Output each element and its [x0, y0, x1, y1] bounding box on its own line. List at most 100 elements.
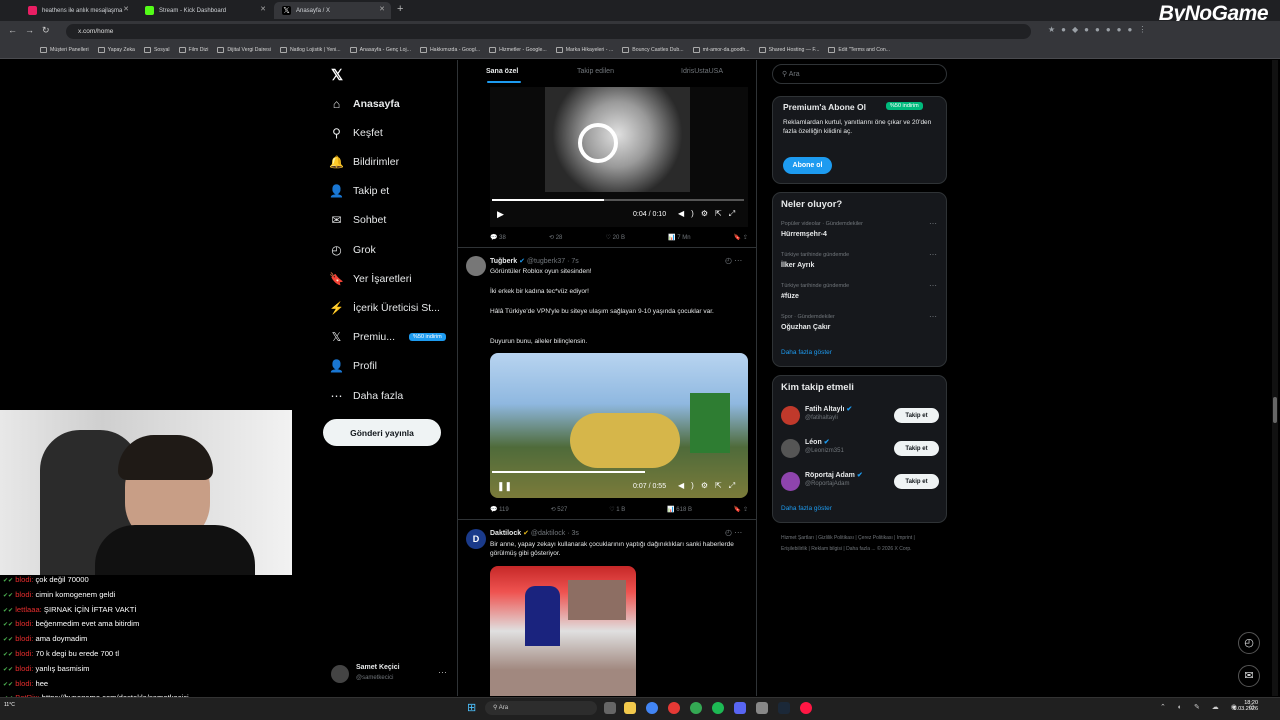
- more-icon[interactable]: ⋯: [438, 667, 447, 678]
- chrome-icon[interactable]: [646, 702, 658, 714]
- pause-icon[interactable]: ❚❚: [497, 481, 512, 492]
- follow-name[interactable]: Röportaj Adam ✔: [805, 471, 863, 479]
- follow-button[interactable]: Takip et: [894, 474, 939, 489]
- tweet-image[interactable]: [490, 566, 636, 696]
- tab-list[interactable]: IdrisUstaUSA: [681, 68, 723, 75]
- bookmark-item[interactable]: Edit "Terms and Con...: [828, 47, 890, 53]
- close-icon[interactable]: ✕: [260, 5, 266, 13]
- avatar[interactable]: [331, 665, 349, 683]
- avatar[interactable]: [466, 256, 486, 276]
- bookmark-item[interactable]: Hizmetler - Google...: [489, 47, 547, 53]
- follow-button[interactable]: Takip et: [894, 408, 939, 423]
- sidebar-item-more[interactable]: ⋯ Daha fazla: [330, 389, 404, 403]
- bookmark-item[interactable]: Natlog Lojistik | Yeni...: [279, 47, 341, 53]
- sidebar-item-search[interactable]: ⚲ Keşfet: [330, 126, 383, 140]
- x-logo-icon[interactable]: 𝕏: [331, 66, 343, 84]
- video-controls-icon[interactable]: ◀)⚙⇱⤢: [678, 481, 742, 491]
- avatar[interactable]: [781, 472, 800, 491]
- new-tab-icon[interactable]: +: [397, 3, 403, 15]
- close-icon[interactable]: ✕: [379, 5, 385, 13]
- footer-links[interactable]: Hizmet Şartları | Gizlilik Politikası | …: [781, 533, 941, 555]
- bookmark-item[interactable]: Bouncy Castles Dub...: [622, 47, 684, 53]
- taskbar-search[interactable]: ⚲ Ara: [485, 701, 597, 715]
- sidebar-item-creator[interactable]: ⚡ İçerik Üreticisi St...: [329, 301, 440, 315]
- app-icon[interactable]: [800, 702, 812, 714]
- chrome-icon[interactable]: [690, 702, 702, 714]
- progress-bar[interactable]: [492, 471, 645, 473]
- bookmark-item[interactable]: Müşteri Panelleri: [40, 47, 89, 53]
- extensions-icon[interactable]: ★●◆●●●●●⋮: [1048, 25, 1152, 34]
- views-icon[interactable]: 📊 7 Mn: [668, 234, 690, 241]
- play-icon[interactable]: ▶: [497, 209, 504, 220]
- steam-icon[interactable]: [778, 702, 790, 714]
- sidebar-item-profile[interactable]: 👤 Profil: [329, 359, 377, 373]
- video-controls-icon[interactable]: ◀)⚙⇱⤢: [678, 209, 742, 219]
- discord-icon[interactable]: [734, 702, 746, 714]
- avatar[interactable]: [781, 439, 800, 458]
- bookmark-item[interactable]: mt-amor-da.goodh...: [692, 47, 750, 53]
- search-input[interactable]: ⚲ Ara: [772, 64, 947, 84]
- grok-icon[interactable]: ◴ ⋯: [725, 256, 742, 265]
- post-button[interactable]: Gönderi yayınla: [323, 419, 441, 446]
- bookmark-item[interactable]: Sosyal: [143, 47, 170, 53]
- repost-icon[interactable]: ⟲ 527: [551, 506, 568, 513]
- repost-icon[interactable]: ⟲ 28: [549, 234, 562, 241]
- weather-widget[interactable]: 11°C: [4, 702, 15, 708]
- sidebar-item-x[interactable]: 𝕏 Premiu... %50 indirim: [330, 330, 446, 344]
- app-icon[interactable]: [756, 702, 768, 714]
- more-icon[interactable]: ⋯: [929, 281, 937, 290]
- subscribe-button[interactable]: Abone ol: [783, 157, 832, 174]
- grok-icon[interactable]: ◴: [1238, 632, 1260, 654]
- taskview-icon[interactable]: [604, 702, 616, 714]
- trends-more-link[interactable]: Daha fazla göster: [781, 349, 832, 356]
- sidebar-item-grok[interactable]: ◴ Grok: [330, 243, 376, 257]
- tab-for-you[interactable]: Sana özel: [486, 68, 518, 75]
- like-icon[interactable]: ♡ 1 B: [609, 506, 625, 513]
- tab-kick[interactable]: Stream - Kick Dashboard ✕: [137, 2, 272, 19]
- tab-x[interactable]: 𝕏 Anasayfa / X ✕: [274, 2, 391, 19]
- sidebar-item-mail[interactable]: ✉ Sohbet: [330, 213, 386, 227]
- clock[interactable]: 18:20 6.03.2026: [1230, 700, 1258, 712]
- reply-icon[interactable]: 💬 38: [490, 234, 506, 241]
- follow-button[interactable]: Takip et: [894, 441, 939, 456]
- trend-item[interactable]: Hürremşehr-4: [781, 231, 827, 238]
- sidebar-item-follow[interactable]: 👤 Takip et: [329, 184, 389, 198]
- scrollbar-thumb[interactable]: [1273, 397, 1277, 423]
- more-icon[interactable]: ⋯: [929, 219, 937, 228]
- avatar[interactable]: D: [466, 529, 486, 549]
- tab-discord[interactable]: heathens ile anlık mesajlaşma ✕: [20, 2, 135, 19]
- close-icon[interactable]: ✕: [123, 5, 129, 13]
- more-icon[interactable]: ⋯: [929, 312, 937, 321]
- bookmark-icon[interactable]: 🔖 ⇪: [734, 234, 748, 241]
- app-icon[interactable]: [668, 702, 680, 714]
- bookmark-item[interactable]: Film Dizi: [178, 47, 208, 53]
- progress-bar[interactable]: [492, 199, 604, 201]
- messages-icon[interactable]: ✉: [1238, 665, 1260, 687]
- bookmark-item[interactable]: Yapay Zeka: [97, 47, 135, 53]
- bookmark-item[interactable]: Marka Hikayeleri - ...: [555, 47, 613, 53]
- follow-name[interactable]: Léon ✔: [805, 438, 830, 446]
- more-icon[interactable]: ⋯: [929, 250, 937, 259]
- video-player[interactable]: ▶ 0:04 / 0:10 ◀)⚙⇱⤢: [490, 87, 748, 227]
- url-field[interactable]: x.com/home: [66, 24, 1031, 39]
- views-icon[interactable]: 📊 618 B: [667, 506, 692, 513]
- follow-name[interactable]: Fatih Altaylı ✔: [805, 405, 852, 413]
- spotify-icon[interactable]: [712, 702, 724, 714]
- avatar[interactable]: [781, 406, 800, 425]
- trend-item[interactable]: Oğuzhan Çakır: [781, 324, 830, 331]
- sidebar-item-home[interactable]: ⌂ Anasayfa: [330, 97, 400, 111]
- bookmark-item[interactable]: Dijital Vergi Dairesi: [217, 47, 271, 53]
- nav-buttons[interactable]: ←→↻: [8, 25, 58, 36]
- trend-item[interactable]: İlker Ayrık: [781, 262, 814, 269]
- follow-more-link[interactable]: Daha fazla göster: [781, 505, 832, 512]
- bookmark-item[interactable]: Anasayfa - Genç Loj...: [349, 47, 411, 53]
- scrollbar[interactable]: [1272, 60, 1278, 696]
- trend-item[interactable]: #füze: [781, 293, 799, 300]
- reply-icon[interactable]: 💬 119: [490, 506, 509, 513]
- sidebar-item-bookmark[interactable]: 🔖 Yer İşaretleri: [329, 272, 412, 286]
- bookmark-icon[interactable]: 🔖 ⇪: [734, 506, 748, 513]
- bookmark-item[interactable]: Hakkımızda - Googl...: [419, 47, 480, 53]
- like-icon[interactable]: ♡ 20 B: [606, 234, 625, 241]
- grok-icon[interactable]: ◴ ⋯: [725, 528, 742, 537]
- sidebar-item-bell[interactable]: 🔔 Bildirimler: [329, 155, 399, 169]
